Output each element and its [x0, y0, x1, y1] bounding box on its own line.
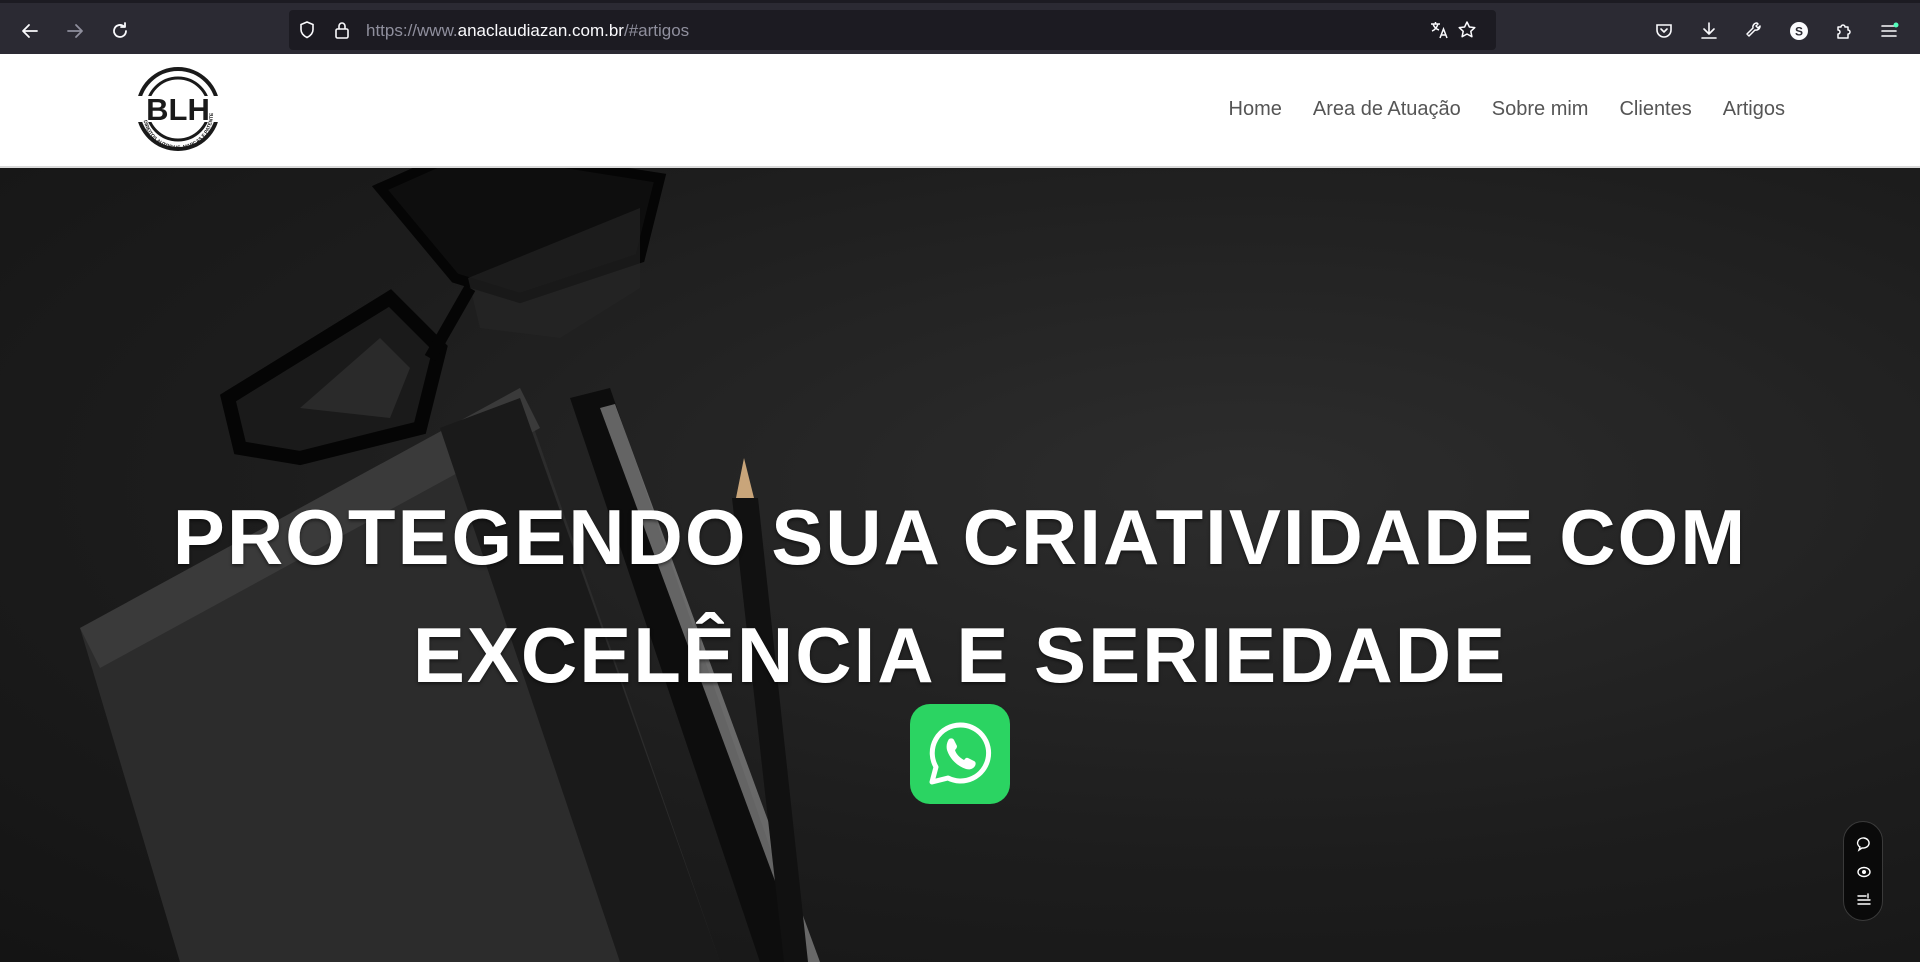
- whatsapp-icon: [929, 722, 992, 785]
- url-text[interactable]: https://www.anaclaudiazan.com.br/#artigo…: [366, 21, 689, 41]
- hero-headline: PROTEGENDO SUA CRIATIVIDADE COM EXCELÊNC…: [0, 478, 1920, 714]
- extensions-icon: [1837, 24, 1851, 39]
- reload-button[interactable]: [100, 13, 140, 49]
- forward-button[interactable]: [55, 13, 95, 49]
- lock-icon[interactable]: [332, 20, 352, 40]
- devtools-button[interactable]: [1734, 13, 1774, 49]
- menu-icon: [1881, 22, 1899, 37]
- hero-headline-line-1: PROTEGENDO SUA CRIATIVIDADE COM: [172, 493, 1748, 581]
- whatsapp-button[interactable]: [910, 704, 1010, 804]
- extensions-button[interactable]: [1824, 13, 1864, 49]
- settings-list-icon: [1857, 893, 1871, 905]
- browser-toolbar: https://www.anaclaudiazan.com.br/#artigo…: [0, 0, 1920, 54]
- eye-icon: [1857, 866, 1871, 878]
- nav-home[interactable]: Home: [1229, 98, 1282, 121]
- nav-artigos[interactable]: Artigos: [1723, 98, 1785, 121]
- url-suffix: /#artigos: [623, 21, 690, 40]
- chat-button[interactable]: [1854, 834, 1874, 854]
- chat-icon: [1856, 837, 1870, 852]
- bookmark-star-icon[interactable]: [1457, 20, 1477, 40]
- back-icon: [22, 24, 38, 38]
- main-nav: Home Area de Atuação Sobre mim Clientes …: [1229, 98, 1785, 121]
- app-menu-button[interactable]: [1869, 13, 1909, 49]
- url-host: anaclaudiazan.com.br: [457, 21, 624, 40]
- account-letter: S: [1795, 25, 1803, 39]
- shield-icon[interactable]: [297, 20, 317, 40]
- back-button[interactable]: [10, 13, 50, 49]
- nav-clientes[interactable]: Clientes: [1619, 98, 1691, 121]
- url-prefix: https://www.: [366, 21, 458, 40]
- hero-section: PROTEGENDO SUA CRIATIVIDADE COM EXCELÊNC…: [0, 168, 1920, 962]
- side-widget: [1843, 821, 1883, 921]
- download-icon: [1701, 22, 1717, 39]
- settings-list-button[interactable]: [1854, 890, 1874, 910]
- translate-icon[interactable]: [1429, 20, 1449, 40]
- download-button[interactable]: [1689, 13, 1729, 49]
- logo-text: BLH: [146, 92, 210, 127]
- site-logo[interactable]: BLH DIREITOS AUTORAIS, MARCAS E PATENTES: [131, 60, 223, 158]
- wrench-icon: [1746, 22, 1761, 37]
- pocket-icon: [1656, 24, 1672, 38]
- nav-area-de-atuacao[interactable]: Area de Atuação: [1313, 98, 1461, 121]
- view-button[interactable]: [1854, 862, 1874, 882]
- hero-headline-line-2: EXCELÊNCIA E SERIEDADE: [412, 611, 1508, 699]
- reload-icon: [113, 22, 127, 38]
- pocket-button[interactable]: [1644, 13, 1684, 49]
- account-icon: S: [1790, 22, 1808, 40]
- account-button[interactable]: S: [1779, 13, 1819, 49]
- nav-sobre-mim[interactable]: Sobre mim: [1492, 98, 1589, 121]
- url-bar[interactable]: https://www.anaclaudiazan.com.br/#artigo…: [289, 10, 1496, 50]
- forward-icon: [67, 24, 83, 38]
- site-header: BLH DIREITOS AUTORAIS, MARCAS E PATENTES…: [0, 54, 1920, 168]
